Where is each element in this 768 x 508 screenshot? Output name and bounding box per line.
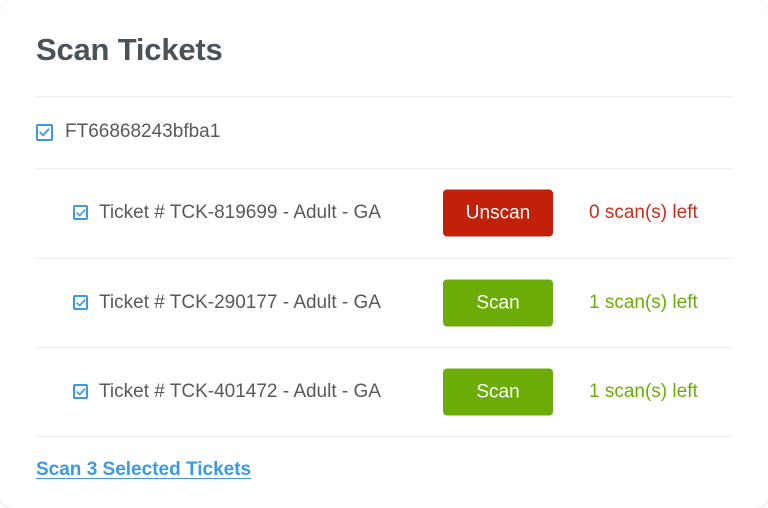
ticket-label-1: Ticket # TCK-819699 - Adult - GA (99, 201, 381, 223)
ticket-select-1: Ticket # TCK-819699 - Adult - GA (73, 201, 381, 225)
status-badge-1: 0 scan(s) left (589, 201, 698, 223)
ticket-select-3: Ticket # TCK-401472 - Adult - GA (73, 380, 381, 404)
status-badge-3: 1 scan(s) left (589, 380, 698, 402)
ticket-select-2: Ticket # TCK-290177 - Adult - GA (73, 291, 381, 315)
ticket-action-3: Scan (443, 368, 553, 415)
divider-above-footer (36, 436, 732, 437)
ticket-action-2: Scan (443, 279, 553, 326)
ticket-checkbox-3[interactable] (73, 384, 88, 399)
ticket-label-3: Ticket # TCK-401472 - Adult - GA (99, 380, 381, 402)
checkmark-icon (75, 208, 86, 217)
scan-tickets-page: Scan Tickets FT66868243bfba1 Ticket # TC… (0, 0, 768, 508)
checkmark-icon (75, 298, 86, 307)
status-badge-2: 1 scan(s) left (589, 291, 698, 313)
ticket-label-2: Ticket # TCK-290177 - Adult - GA (99, 291, 381, 313)
ticket-checkbox-1[interactable] (73, 205, 88, 220)
scan-tickets-card: Scan Tickets FT66868243bfba1 Ticket # TC… (0, 0, 768, 508)
checkmark-icon (75, 387, 86, 396)
page-title: Scan Tickets (36, 32, 223, 67)
table-row: Ticket # TCK-401472 - Adult - GA Scan 1 … (36, 347, 732, 436)
order-select-checkbox[interactable] (36, 123, 53, 141)
divider-below-title (36, 96, 732, 97)
ticket-checkbox-2[interactable] (73, 295, 88, 310)
card-content: Scan Tickets FT66868243bfba1 Ticket # TC… (36, 0, 732, 508)
table-row: Ticket # TCK-819699 - Adult - GA Unscan … (36, 168, 732, 257)
unscan-button-1[interactable]: Unscan (443, 189, 553, 236)
scan-button-3[interactable]: Scan (443, 368, 553, 415)
checkmark-icon (39, 127, 50, 137)
scan-selected-tickets-link[interactable]: Scan 3 Selected Tickets (36, 458, 251, 482)
order-group-row: FT66868243bfba1 (36, 112, 220, 152)
order-code-label: FT66868243bfba1 (65, 121, 221, 142)
table-row: Ticket # TCK-290177 - Adult - GA Scan 1 … (36, 258, 732, 347)
scan-button-2[interactable]: Scan (443, 279, 553, 326)
ticket-action-1: Unscan (443, 189, 553, 236)
